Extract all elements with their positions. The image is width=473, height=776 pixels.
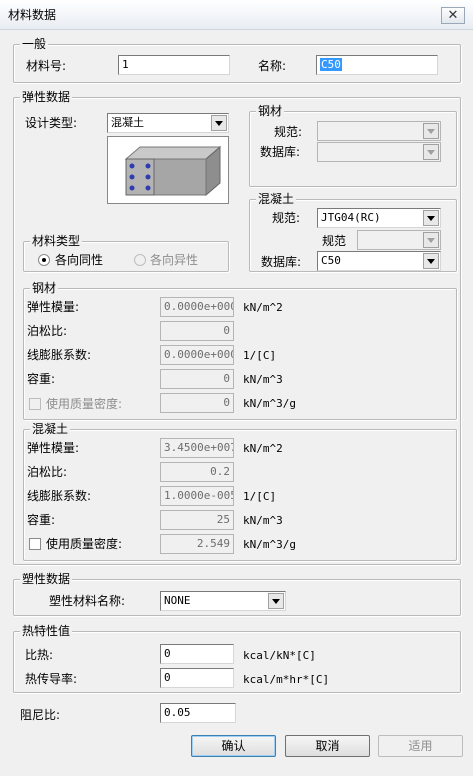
conductivity-unit: kcal/m*hr*[C] xyxy=(243,673,330,686)
steel-mass-field[interactable]: 0 xyxy=(160,393,234,413)
steel-standard-label: 规范: xyxy=(274,125,303,139)
steel-modulus-label: 弹性模量: xyxy=(27,300,80,314)
steel-thermal-label: 线膨胀系数: xyxy=(27,348,92,362)
name-value: C50 xyxy=(320,58,342,71)
steel-modulus-unit: kN/m^2 xyxy=(243,301,283,314)
concrete-database-label: 数据库: xyxy=(261,255,302,269)
chevron-down-icon xyxy=(423,210,439,226)
concrete-standard-select[interactable]: JTG04(RC) xyxy=(317,208,441,228)
material-no-label: 材料号: xyxy=(26,59,67,73)
material-no-field[interactable]: 1 xyxy=(118,55,230,75)
conductivity-label: 热传导率: xyxy=(25,672,78,686)
specific-heat-label: 比热: xyxy=(25,648,54,662)
design-type-label: 设计类型: xyxy=(25,116,78,130)
window-title: 材料数据 xyxy=(8,8,57,22)
concrete-sub-standard-select[interactable] xyxy=(357,230,441,250)
ok-button[interactable]: 确认 xyxy=(191,735,276,757)
damping-field[interactable]: 0.05 xyxy=(160,703,236,723)
concrete-weight-label: 容重: xyxy=(27,513,56,527)
concrete-standard-legend: 混凝土 xyxy=(256,192,297,206)
steel-props-legend: 钢材 xyxy=(30,281,59,295)
conductivity-field[interactable]: 0 xyxy=(160,668,234,688)
design-type-value: 混凝土 xyxy=(111,116,144,129)
cancel-button[interactable]: 取消 xyxy=(285,735,370,757)
material-image xyxy=(107,136,229,204)
material-type-legend: 材料类型 xyxy=(30,234,83,248)
concrete-weight-field[interactable]: 25 xyxy=(160,510,234,530)
steel-database-select[interactable] xyxy=(317,142,441,162)
title-bar xyxy=(0,0,473,30)
concrete-props-legend: 混凝土 xyxy=(30,422,71,436)
concrete-thermal-field[interactable]: 1.0000e-005 xyxy=(160,486,234,506)
concrete-column-icon xyxy=(124,145,222,197)
concrete-standard-label: 规范: xyxy=(272,211,301,225)
orthotropic-label: 各向异性 xyxy=(150,253,199,267)
elastic-legend: 弹性数据 xyxy=(20,90,73,104)
concrete-database-select[interactable]: C50 xyxy=(317,251,441,271)
concrete-standard-value: JTG04(RC) xyxy=(321,211,381,224)
plastic-name-label: 塑性材料名称: xyxy=(49,594,126,608)
steel-thermal-field[interactable]: 0.0000e+000 xyxy=(160,345,234,365)
steel-weight-field[interactable]: 0 xyxy=(160,369,234,389)
concrete-thermal-unit: 1/[C] xyxy=(243,490,277,503)
general-legend: 一般 xyxy=(20,37,49,51)
isotropic-radio[interactable] xyxy=(38,254,50,266)
steel-poisson-field[interactable]: 0 xyxy=(160,321,234,341)
damping-label: 阻尼比: xyxy=(20,708,61,722)
concrete-database-value: C50 xyxy=(321,254,341,267)
close-button[interactable]: ✕ xyxy=(441,7,465,24)
chevron-down-icon xyxy=(211,115,227,131)
concrete-mass-unit: kN/m^3/g xyxy=(243,538,296,551)
steel-modulus-field[interactable]: 0.0000e+000 xyxy=(160,297,234,317)
steel-mass-checkbox[interactable] xyxy=(29,398,41,410)
chevron-down-icon xyxy=(423,232,439,248)
name-label: 名称: xyxy=(258,59,287,73)
steel-weight-label: 容重: xyxy=(27,372,56,386)
apply-button[interactable]: 适用 xyxy=(378,735,463,757)
steel-weight-unit: kN/m^3 xyxy=(243,373,283,386)
concrete-modulus-unit: kN/m^2 xyxy=(243,442,283,455)
concrete-mass-field[interactable]: 2.549 xyxy=(160,534,234,554)
chevron-down-icon xyxy=(423,123,439,139)
chevron-down-icon xyxy=(423,253,439,269)
concrete-mass-label: 使用质量密度: xyxy=(46,537,123,551)
thermal-legend: 热特性值 xyxy=(20,624,73,638)
isotropic-label: 各向同性 xyxy=(55,253,104,267)
concrete-modulus-label: 弹性模量: xyxy=(27,441,80,455)
concrete-poisson-field[interactable]: 0.2 xyxy=(160,462,234,482)
design-type-select[interactable]: 混凝土 xyxy=(107,113,229,133)
concrete-mass-checkbox[interactable] xyxy=(29,538,41,550)
steel-standard-legend: 钢材 xyxy=(256,104,285,118)
concrete-thermal-label: 线膨胀系数: xyxy=(27,489,92,503)
plastic-legend: 塑性数据 xyxy=(20,572,73,586)
orthotropic-radio[interactable] xyxy=(134,254,146,266)
plastic-name-select[interactable]: NONE xyxy=(160,591,286,611)
concrete-weight-unit: kN/m^3 xyxy=(243,514,283,527)
specific-heat-unit: kcal/kN*[C] xyxy=(243,649,316,662)
chevron-down-icon xyxy=(268,593,284,609)
specific-heat-field[interactable]: 0 xyxy=(160,644,234,664)
concrete-modulus-field[interactable]: 3.4500e+007 xyxy=(160,438,234,458)
name-field[interactable]: C50 xyxy=(316,55,438,75)
steel-database-label: 数据库: xyxy=(260,145,301,159)
concrete-sub-standard-label: 规范 xyxy=(322,234,347,248)
thermal-group xyxy=(13,631,461,693)
chevron-down-icon xyxy=(423,144,439,160)
concrete-poisson-label: 泊松比: xyxy=(27,465,68,479)
steel-thermal-unit: 1/[C] xyxy=(243,349,277,362)
plastic-name-value: NONE xyxy=(164,594,191,607)
steel-mass-unit: kN/m^3/g xyxy=(243,397,296,410)
steel-poisson-label: 泊松比: xyxy=(27,324,68,338)
steel-standard-select[interactable] xyxy=(317,121,441,141)
steel-mass-label: 使用质量密度: xyxy=(46,397,123,411)
close-icon: ✕ xyxy=(447,8,459,23)
